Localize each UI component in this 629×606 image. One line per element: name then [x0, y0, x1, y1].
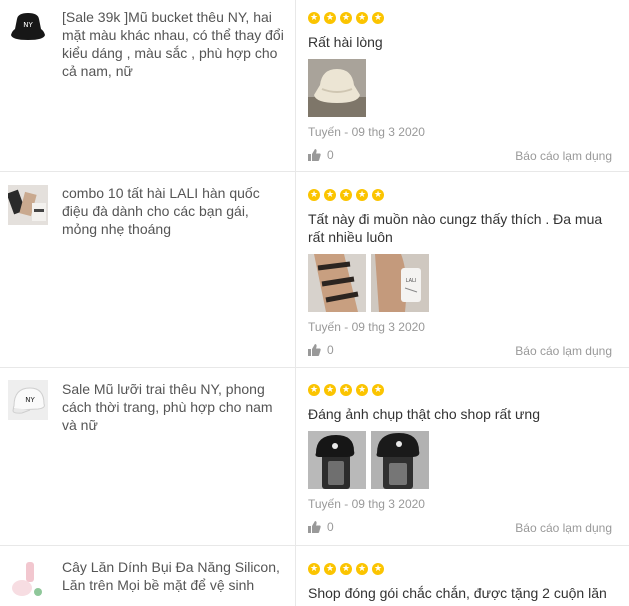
review-content: ★ ★ ★ ★ ★ Tất này đi muồn nào cungz thấy… — [308, 189, 622, 359]
review-photo[interactable] — [371, 431, 429, 489]
star-icon: ★ — [340, 12, 352, 24]
product-name-link[interactable]: Sale Mũ lưỡi trai thêu NY, phong cách th… — [62, 380, 287, 434]
review-list: NY [Sale 39k ]Mũ bucket thêu NY, hai mặt… — [0, 0, 629, 606]
star-icon: ★ — [372, 384, 384, 396]
review-row: NY Sale Mũ lưỡi trai thêu NY, phong cách… — [0, 368, 629, 546]
product-thumbnail[interactable]: NY — [8, 7, 48, 47]
product-name-link[interactable]: Cây Lăn Dính Bụi Đa Năng Silicon, Lăn tr… — [62, 558, 287, 594]
review-content: ★ ★ ★ ★ ★ Shop đóng gói chắc chắn, được … — [308, 563, 622, 602]
review-content: ★ ★ ★ ★ ★ Đáng ảnh chụp thật cho shop rấ… — [308, 384, 622, 536]
product-thumbnail[interactable]: NY — [8, 380, 48, 420]
review-photo[interactable] — [308, 59, 366, 117]
review-row: NY [Sale 39k ]Mũ bucket thêu NY, hai mặt… — [0, 0, 629, 172]
review-photos — [308, 431, 622, 489]
rating-stars: ★ ★ ★ ★ ★ — [308, 384, 622, 396]
thumbs-up-icon — [308, 149, 321, 161]
column-divider — [295, 0, 296, 171]
review-photo[interactable]: LALI — [371, 254, 429, 312]
review-author-date: Tuyến - 09 thg 3 2020 — [308, 497, 425, 511]
star-icon: ★ — [308, 189, 320, 201]
svg-text:NY: NY — [25, 396, 35, 404]
review-photo[interactable] — [308, 431, 366, 489]
star-icon: ★ — [308, 563, 320, 575]
column-divider — [295, 172, 296, 367]
review-row: Cây Lăn Dính Bụi Đa Năng Silicon, Lăn tr… — [0, 546, 629, 606]
review-row: combo 10 tất hài LALI hàn quốc điệu đà d… — [0, 172, 629, 368]
review-comment: Shop đóng gói chắc chắn, được tặng 2 cuộ… — [308, 585, 607, 601]
review-author-date: Tuyến - 09 thg 3 2020 — [308, 320, 425, 334]
review-comment: Đáng ảnh chụp thật cho shop rất ưng — [308, 406, 540, 422]
star-icon: ★ — [324, 384, 336, 396]
product-thumbnail[interactable] — [8, 558, 48, 598]
star-icon: ★ — [356, 384, 368, 396]
review-comment: Rất hài lòng — [308, 34, 383, 50]
star-icon: ★ — [340, 189, 352, 201]
report-abuse-link[interactable]: Báo cáo lạm dụng — [515, 344, 612, 358]
report-abuse-link[interactable]: Báo cáo lạm dụng — [515, 521, 612, 535]
star-icon: ★ — [372, 563, 384, 575]
product-name-link[interactable]: combo 10 tất hài LALI hàn quốc điệu đà d… — [62, 184, 287, 238]
rating-stars: ★ ★ ★ ★ ★ — [308, 12, 622, 24]
review-actions: 0 Báo cáo lạm dụng — [308, 520, 622, 536]
rating-stars: ★ ★ ★ ★ ★ — [308, 189, 622, 201]
review-author-date: Tuyến - 09 thg 3 2020 — [308, 125, 425, 139]
thumbs-up-icon — [308, 521, 321, 533]
star-icon: ★ — [372, 189, 384, 201]
star-icon: ★ — [356, 189, 368, 201]
star-icon: ★ — [372, 12, 384, 24]
star-icon: ★ — [308, 384, 320, 396]
star-icon: ★ — [324, 563, 336, 575]
thumbs-up-icon — [308, 344, 321, 356]
review-photos: LALI — [308, 254, 622, 312]
svg-text:LALI: LALI — [406, 278, 417, 284]
star-icon: ★ — [308, 12, 320, 24]
review-photos — [308, 59, 622, 117]
star-icon: ★ — [356, 563, 368, 575]
like-count: 0 — [327, 520, 334, 534]
column-divider — [295, 368, 296, 545]
review-actions: 0 Báo cáo lạm dụng — [308, 343, 622, 359]
review-comment: Tất này đi muồn nào cungz thấy thích . Đ… — [308, 211, 603, 245]
product-name-link[interactable]: [Sale 39k ]Mũ bucket thêu NY, hai mặt mà… — [62, 8, 287, 80]
product-thumbnail[interactable] — [8, 185, 48, 225]
star-icon: ★ — [324, 12, 336, 24]
review-actions: 0 Báo cáo lạm dụng — [308, 148, 622, 164]
star-icon: ★ — [324, 189, 336, 201]
review-photo[interactable] — [308, 254, 366, 312]
rating-stars: ★ ★ ★ ★ ★ — [308, 563, 622, 575]
svg-text:NY: NY — [23, 21, 33, 29]
report-abuse-link[interactable]: Báo cáo lạm dụng — [515, 149, 612, 163]
review-content: ★ ★ ★ ★ ★ Rất hài lòng Tuyến - 09 thg 3 … — [308, 12, 622, 164]
column-divider — [295, 546, 296, 606]
like-count: 0 — [327, 148, 334, 162]
star-icon: ★ — [340, 563, 352, 575]
like-count: 0 — [327, 343, 334, 357]
star-icon: ★ — [340, 384, 352, 396]
star-icon: ★ — [356, 12, 368, 24]
